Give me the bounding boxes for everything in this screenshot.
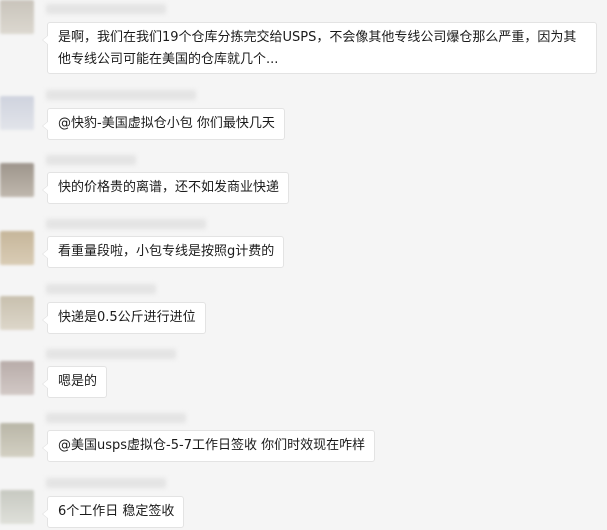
sender-avatar[interactable] — [0, 0, 34, 34]
message-bubble[interactable]: 嗯是的 — [41, 366, 108, 398]
sender-name — [46, 90, 196, 100]
sender-name — [46, 155, 136, 165]
sender-avatar[interactable] — [0, 296, 34, 330]
message-bubble[interactable]: 看重量段啦，小包专线是按照g计费的 — [41, 236, 285, 268]
sender-name — [46, 284, 156, 294]
sender-avatar[interactable] — [0, 361, 34, 395]
message-bubble[interactable]: 6个工作日 稳定签收 — [41, 496, 185, 528]
message-bubble[interactable]: @快豹-美国虚拟仓小包 你们最快几天 — [42, 108, 285, 140]
sender-avatar[interactable] — [0, 231, 34, 265]
sender-name — [46, 478, 166, 488]
message-bubble[interactable]: @美国usps虚拟仓-5-7工作日签收 你们时效现在咋样 — [41, 430, 376, 462]
sender-avatar[interactable] — [0, 96, 34, 130]
sender-avatar[interactable] — [0, 423, 34, 457]
chat-message-list[interactable]: 是啊，我们在我们19个仓库分拣完交给USPS，不会像其他专线公司爆仓那么严重，因… — [0, 0, 607, 530]
sender-name — [46, 349, 176, 359]
sender-name — [46, 413, 186, 423]
sender-avatar[interactable] — [0, 163, 34, 197]
sender-name — [46, 4, 166, 14]
sender-avatar[interactable] — [0, 490, 34, 524]
message-bubble[interactable]: 快的价格贵的离谱，还不如发商业快递 — [41, 172, 290, 204]
message-bubble[interactable]: 快递是0.5公斤进行进位 — [42, 302, 206, 334]
message-bubble[interactable]: 是啊，我们在我们19个仓库分拣完交给USPS，不会像其他专线公司爆仓那么严重，因… — [42, 22, 597, 74]
sender-name — [46, 219, 206, 229]
